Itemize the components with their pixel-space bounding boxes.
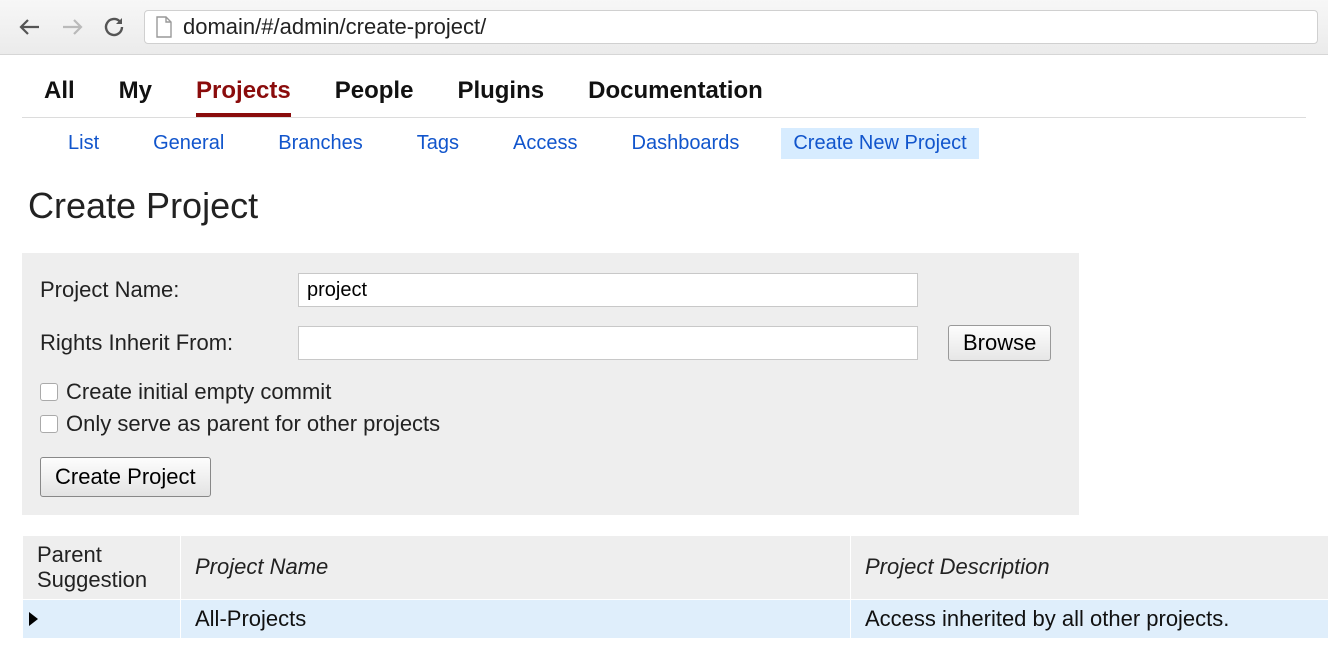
url-bar[interactable]: domain/#/admin/create-project/ [144, 10, 1318, 44]
browse-button[interactable]: Browse [948, 325, 1051, 361]
expand-arrow-cell[interactable] [23, 599, 181, 638]
table-row[interactable]: All-Projects Access inherited by all oth… [23, 599, 1328, 638]
subtab-list[interactable]: List [56, 128, 111, 159]
cell-project-description: Access inherited by all other projects. [851, 599, 1328, 638]
tab-projects[interactable]: Projects [196, 77, 291, 117]
parent-suggestion-table: Parent Suggestion Project Name Project D… [22, 535, 1328, 639]
project-name-row: Project Name: [40, 273, 1063, 307]
reload-icon[interactable] [102, 15, 126, 39]
back-icon[interactable] [18, 15, 42, 39]
create-project-form: Project Name: Rights Inherit From: Brows… [22, 253, 1079, 515]
browser-nav-icons [10, 15, 134, 39]
header-project-name: Project Name [181, 536, 851, 600]
subtab-general[interactable]: General [141, 128, 236, 159]
empty-commit-label: Create initial empty commit [66, 379, 331, 405]
subtab-create-new-project[interactable]: Create New Project [781, 128, 978, 159]
parent-only-label: Only serve as parent for other projects [66, 411, 440, 437]
subtab-dashboards[interactable]: Dashboards [620, 128, 752, 159]
project-name-input[interactable] [298, 273, 918, 307]
create-project-button[interactable]: Create Project [40, 457, 211, 497]
page-body: All My Projects People Plugins Documenta… [0, 55, 1328, 639]
subtab-access[interactable]: Access [501, 128, 589, 159]
subtab-branches[interactable]: Branches [266, 128, 375, 159]
rights-inherit-label: Rights Inherit From: [40, 330, 288, 356]
empty-commit-checkbox[interactable] [40, 383, 58, 401]
tab-people[interactable]: People [335, 77, 414, 117]
tab-plugins[interactable]: Plugins [457, 77, 544, 117]
rights-inherit-input[interactable] [298, 326, 918, 360]
header-project-description: Project Description [851, 536, 1328, 600]
tab-my[interactable]: My [119, 77, 152, 117]
table-header-row: Parent Suggestion Project Name Project D… [23, 536, 1328, 600]
page-icon [155, 16, 173, 38]
page-title: Create Project [22, 167, 1306, 253]
subtab-tags[interactable]: Tags [405, 128, 471, 159]
cell-project-name: All-Projects [181, 599, 851, 638]
chevron-right-icon [29, 612, 38, 626]
header-parent-suggestion: Parent Suggestion [23, 536, 181, 600]
browser-chrome: domain/#/admin/create-project/ [0, 0, 1328, 55]
project-name-label: Project Name: [40, 277, 288, 303]
empty-commit-row: Create initial empty commit [40, 379, 1063, 405]
sub-tabs: List General Branches Tags Access Dashbo… [22, 118, 1306, 167]
tab-all[interactable]: All [44, 77, 75, 117]
forward-icon [60, 15, 84, 39]
main-tabs: All My Projects People Plugins Documenta… [22, 55, 1306, 118]
url-text: domain/#/admin/create-project/ [183, 14, 486, 40]
rights-inherit-row: Rights Inherit From: Browse [40, 325, 1063, 361]
parent-only-row: Only serve as parent for other projects [40, 411, 1063, 437]
parent-only-checkbox[interactable] [40, 415, 58, 433]
tab-documentation[interactable]: Documentation [588, 77, 763, 117]
